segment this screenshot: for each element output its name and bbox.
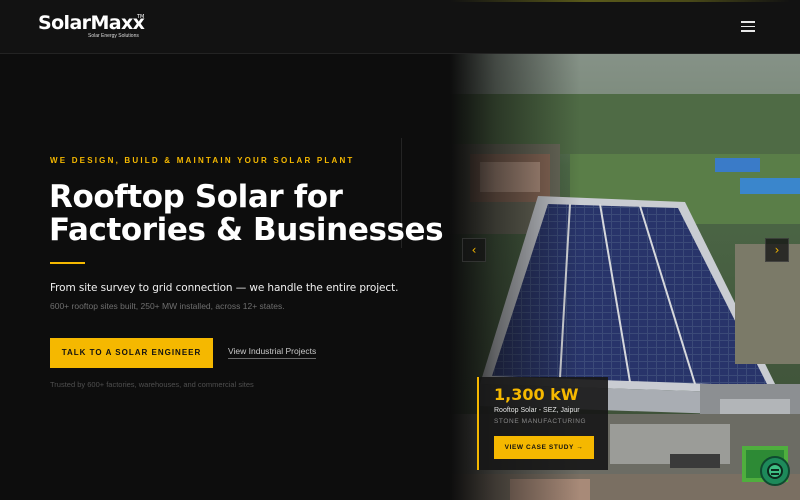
chevron-right-icon[interactable]: › — [765, 238, 789, 262]
case-location: Rooftop Solar - SEZ, Jaipur — [494, 407, 580, 414]
hero-subhead: From site survey to grid connection — we… — [50, 282, 399, 294]
hero-content: WE DESIGN, BUILD & MAINTAIN YOUR SOLAR P… — [0, 54, 460, 500]
site-header: SolarMaxx TM Solar Energy Solutions — [0, 0, 800, 54]
chat-bubble-icon — [767, 463, 783, 479]
headline-line-2: Factories & Businesses — [49, 212, 444, 248]
chat-icon[interactable] — [760, 456, 790, 486]
hero-stats: 600+ rooftop sites built, 250+ MW instal… — [50, 301, 285, 311]
case-client: STONE MANUFACTURING — [494, 418, 587, 425]
brand-name: SolarMaxx — [38, 12, 145, 34]
brand-logo[interactable]: SolarMaxx TM Solar Energy Solutions — [38, 12, 148, 42]
hamburger-menu-icon[interactable] — [738, 18, 758, 36]
view-projects-link[interactable]: View Industrial Projects — [228, 346, 317, 359]
hero-headline: Rooftop Solar for Factories & Businesses — [49, 181, 449, 247]
view-case-study-button[interactable]: VIEW CASE STUDY → — [494, 436, 594, 459]
brand-tagline: Solar Energy Solutions — [88, 33, 139, 39]
accent-rule — [50, 262, 85, 264]
brand-trademark: TM — [137, 14, 145, 20]
hero-eyebrow: WE DESIGN, BUILD & MAINTAIN YOUR SOLAR P… — [50, 156, 355, 165]
headline-line-1: Rooftop Solar for — [49, 179, 343, 215]
chevron-left-icon[interactable]: ‹ — [462, 238, 486, 262]
case-study-card: 1,300 kW Rooftop Solar - SEZ, Jaipur STO… — [477, 377, 608, 470]
case-capacity: 1,300 kW — [494, 385, 579, 404]
trust-line: Trusted by 600+ factories, warehouses, a… — [50, 380, 254, 389]
talk-to-engineer-button[interactable]: TALK TO A SOLAR ENGINEER — [50, 338, 213, 368]
